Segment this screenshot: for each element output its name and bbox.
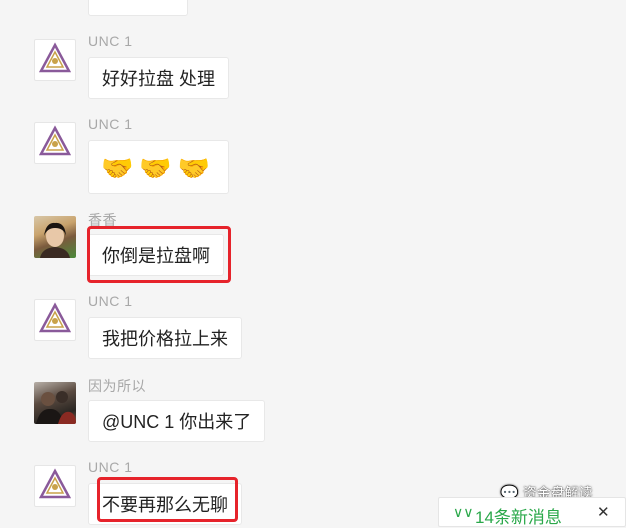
avatar[interactable] — [34, 465, 76, 507]
new-messages-toast[interactable]: ∨∨ 14条新消息 ✕ — [438, 497, 626, 527]
message-bubble[interactable] — [88, 0, 188, 16]
new-messages-label: 14条新消息 — [475, 508, 562, 527]
user-photo-icon — [36, 391, 76, 424]
sender-name: UNC 1 — [88, 33, 133, 49]
highlight-box — [97, 477, 238, 522]
chat-window: UNC 1 好好拉盘 处理 UNC 1 🤝🤝🤝 香香 你倒是拉盘啊 UNC 1 … — [0, 0, 626, 527]
sender-name: UNC 1 — [88, 459, 133, 475]
message-text: @UNC 1 你出来了 — [102, 412, 252, 432]
sender-name: UNC 1 — [88, 116, 133, 132]
message-text: 我把价格拉上来 — [102, 329, 228, 349]
avatar[interactable] — [34, 382, 76, 424]
highlight-box — [87, 226, 231, 283]
handshake-emoji: 🤝🤝🤝 — [101, 153, 217, 183]
unc-logo-icon — [38, 468, 72, 499]
sender-name: 因为所以 — [88, 378, 146, 394]
unc-logo-icon — [38, 125, 72, 156]
sender-name: UNC 1 — [88, 293, 133, 309]
avatar[interactable] — [34, 39, 76, 81]
message-text: 好好拉盘 处理 — [102, 69, 216, 89]
user-photo-icon — [40, 222, 70, 258]
message-bubble[interactable]: @UNC 1 你出来了 — [88, 400, 266, 442]
message-bubble[interactable]: 好好拉盘 处理 — [88, 57, 230, 99]
avatar[interactable] — [34, 216, 76, 258]
avatar[interactable] — [34, 299, 76, 341]
unc-logo-icon — [38, 302, 72, 333]
message-bubble[interactable]: 我把价格拉上来 — [88, 317, 242, 359]
double-chevron-down-icon: ∨∨ — [453, 504, 474, 520]
close-icon[interactable]: ✕ — [597, 503, 610, 521]
avatar[interactable] — [34, 122, 76, 164]
unc-logo-icon — [38, 42, 72, 73]
message-bubble[interactable]: 🤝🤝🤝 — [88, 140, 230, 194]
